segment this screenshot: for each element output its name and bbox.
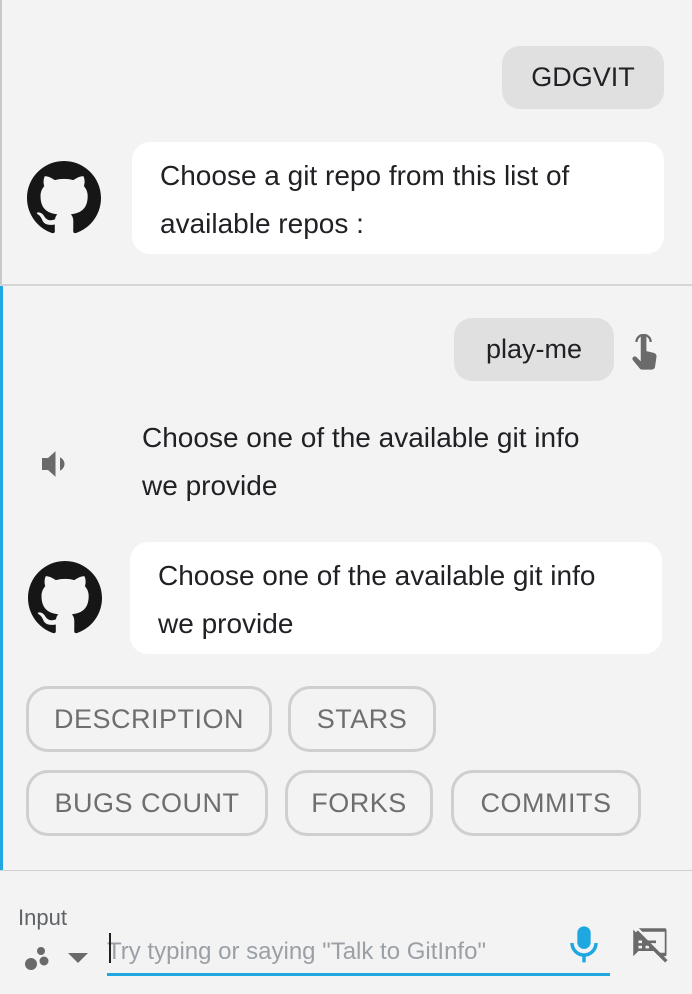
user-query-bubble[interactable]: play-me <box>454 318 614 381</box>
speaker-icon[interactable] <box>39 449 75 479</box>
input-bar: Input <box>0 871 692 994</box>
input-underline <box>107 973 610 976</box>
conversation-turn-1: GDGVIT Choose a git repo from this list … <box>0 0 692 285</box>
suggestion-chip-bugs-count[interactable]: BUGS COUNT <box>26 770 268 836</box>
assistant-dots-icon[interactable] <box>22 945 52 971</box>
bot-reply-bubble: Choose a git repo from this list of avai… <box>132 142 664 254</box>
feedback-off-icon[interactable] <box>628 923 670 965</box>
github-icon <box>27 161 101 234</box>
suggestion-chip-forks[interactable]: FORKS <box>285 770 433 836</box>
github-icon <box>28 561 102 634</box>
dropdown-icon[interactable] <box>66 951 90 965</box>
bot-reply-bubble: Choose one of the available git info we … <box>130 542 662 654</box>
tap-icon[interactable] <box>628 334 662 374</box>
speech-response-text: Choose one of the available git info we … <box>142 422 580 501</box>
user-query-bubble[interactable]: GDGVIT <box>502 46 664 109</box>
suggestion-chip-commits[interactable]: COMMITS <box>451 770 641 836</box>
conversation-turn-2: play-me Choose one of the available git … <box>0 286 692 870</box>
input-label: Input <box>18 905 67 930</box>
suggestion-chip-description[interactable]: DESCRIPTION <box>26 686 272 752</box>
text-cursor <box>109 933 111 963</box>
suggestion-chip-stars[interactable]: STARS <box>288 686 436 752</box>
query-input[interactable] <box>107 927 607 977</box>
microphone-icon[interactable] <box>568 925 600 965</box>
